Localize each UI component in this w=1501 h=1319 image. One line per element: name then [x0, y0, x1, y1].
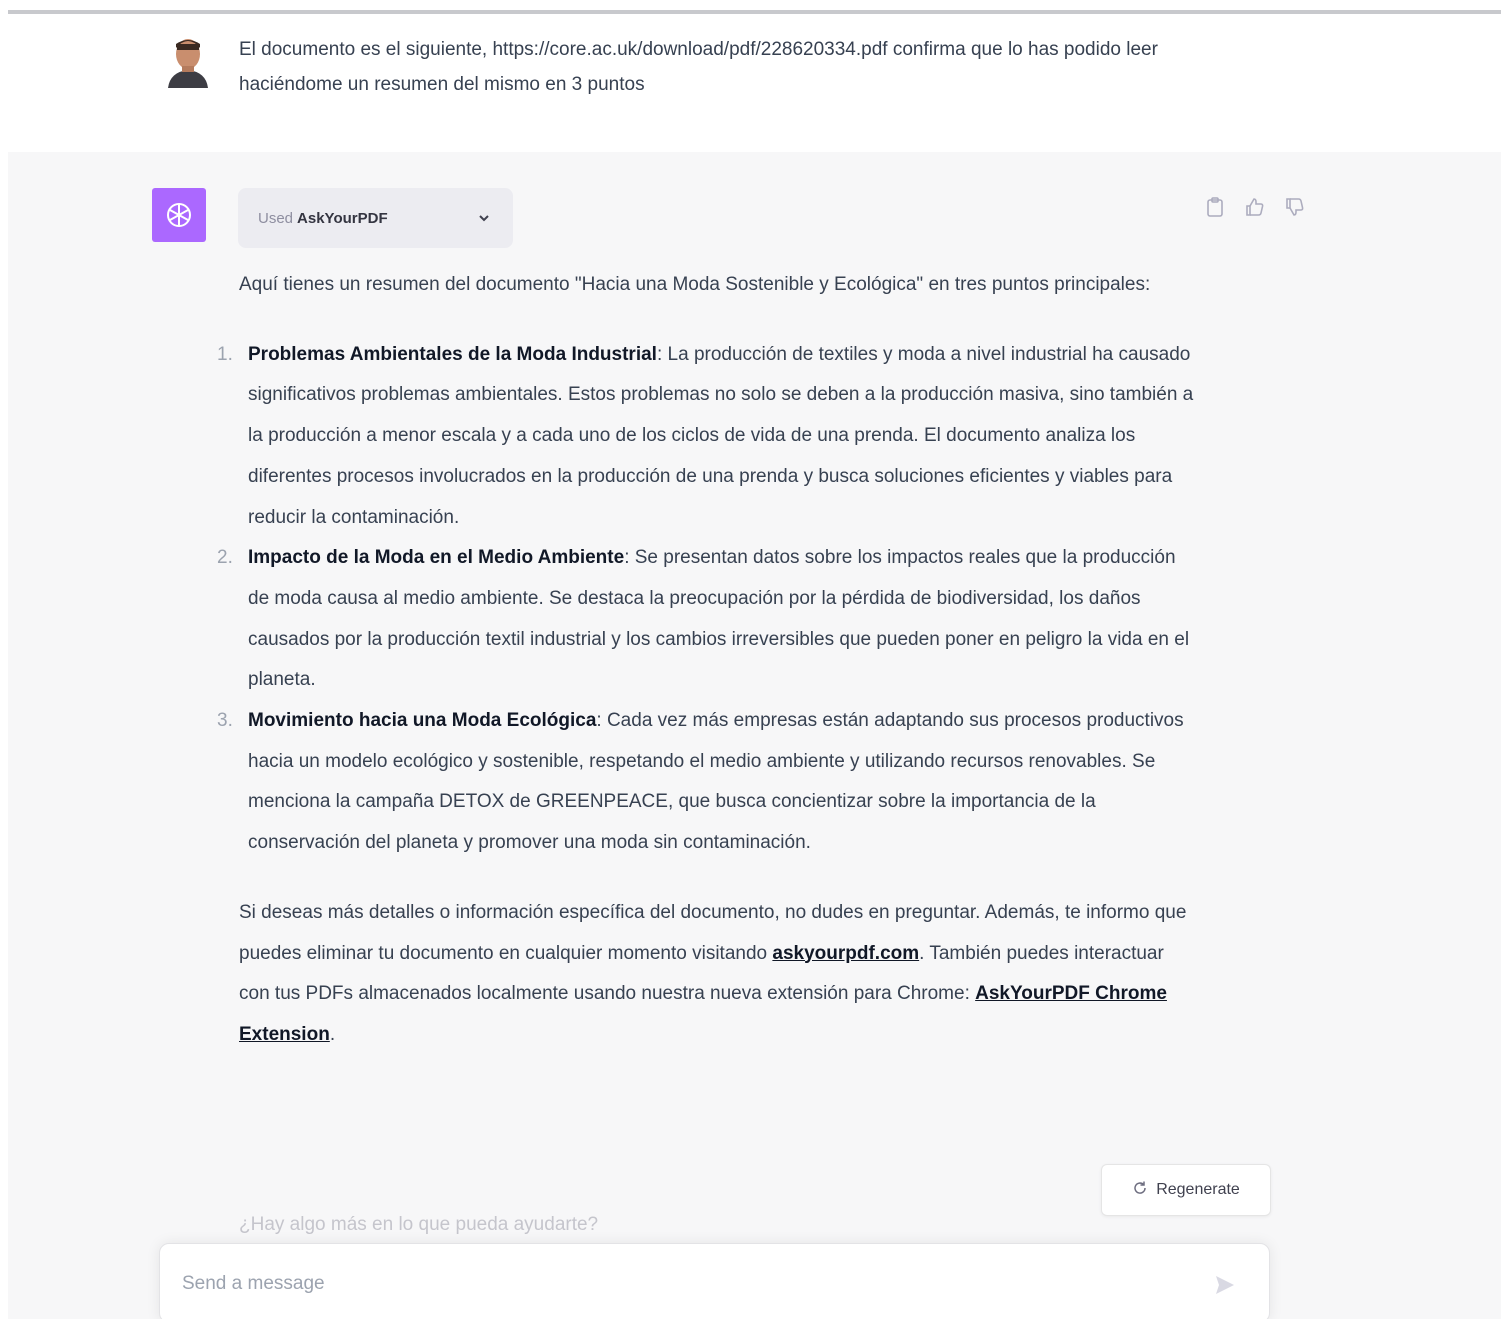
- regenerate-label: Regenerate: [1156, 1181, 1240, 1198]
- openai-logo-icon: [152, 188, 206, 242]
- summary-point: 3. Movimiento hacia una Moda Ecológica: …: [217, 701, 1194, 864]
- point-body: : Se presentan datos sobre los impactos …: [248, 547, 1190, 691]
- refresh-icon: [1132, 1180, 1148, 1201]
- point-number: 1.: [217, 343, 233, 365]
- point-body: : La producción de textiles y moda a niv…: [248, 343, 1194, 528]
- send-arrow-icon: [1216, 1276, 1234, 1294]
- message-actions: [1202, 194, 1308, 220]
- plugin-used-toggle[interactable]: Used AskYourPDF: [238, 188, 513, 248]
- closing-text: .: [329, 1023, 336, 1045]
- message-input[interactable]: [182, 1268, 1162, 1300]
- answer-intro: Aquí tienes un resumen del documento "Ha…: [239, 274, 1151, 295]
- point-number: 2.: [217, 547, 233, 569]
- answer-closing: Si deseas más detalles o información esp…: [239, 893, 1194, 1056]
- user-avatar: [160, 32, 216, 88]
- answer-followup: ¿Hay algo más en lo que pueda ayudarte?: [239, 1214, 599, 1235]
- thumbs-down-icon[interactable]: [1282, 194, 1308, 220]
- plugin-name: AskYourPDF: [297, 209, 388, 227]
- point-title: Movimiento hacia una Moda Ecológica: [248, 710, 597, 732]
- message-composer: [159, 1243, 1270, 1319]
- point-title: Impacto de la Moda en el Medio Ambiente: [248, 547, 625, 569]
- summary-point: 1. Problemas Ambientales de la Moda Indu…: [217, 335, 1194, 539]
- point-number: 3.: [217, 710, 233, 732]
- askyourpdf-link[interactable]: askyourpdf.com: [772, 943, 919, 964]
- chevron-down-icon: [475, 209, 493, 227]
- point-title: Problemas Ambientales de la Moda Industr…: [248, 343, 657, 365]
- clipboard-icon[interactable]: [1202, 194, 1228, 220]
- point-body: : Cada vez más empresas están adaptando …: [248, 710, 1184, 854]
- assistant-answer: Aquí tienes un resumen del documento "Ha…: [217, 265, 1194, 1056]
- regenerate-button[interactable]: Regenerate: [1101, 1164, 1271, 1216]
- plugin-used-label: Used: [258, 209, 294, 227]
- user-message-row: El documento es el siguiente, https://co…: [8, 14, 1501, 152]
- summary-point: 2. Impacto de la Moda en el Medio Ambien…: [217, 538, 1194, 701]
- send-button[interactable]: [1210, 1270, 1240, 1300]
- summary-points: 1. Problemas Ambientales de la Moda Indu…: [217, 335, 1194, 864]
- thumbs-up-icon[interactable]: [1242, 194, 1268, 220]
- assistant-message-row: Used AskYourPDF Aquí tienes un resumen d…: [8, 152, 1501, 1319]
- user-message-text: El documento es el siguiente, https://co…: [239, 39, 1158, 95]
